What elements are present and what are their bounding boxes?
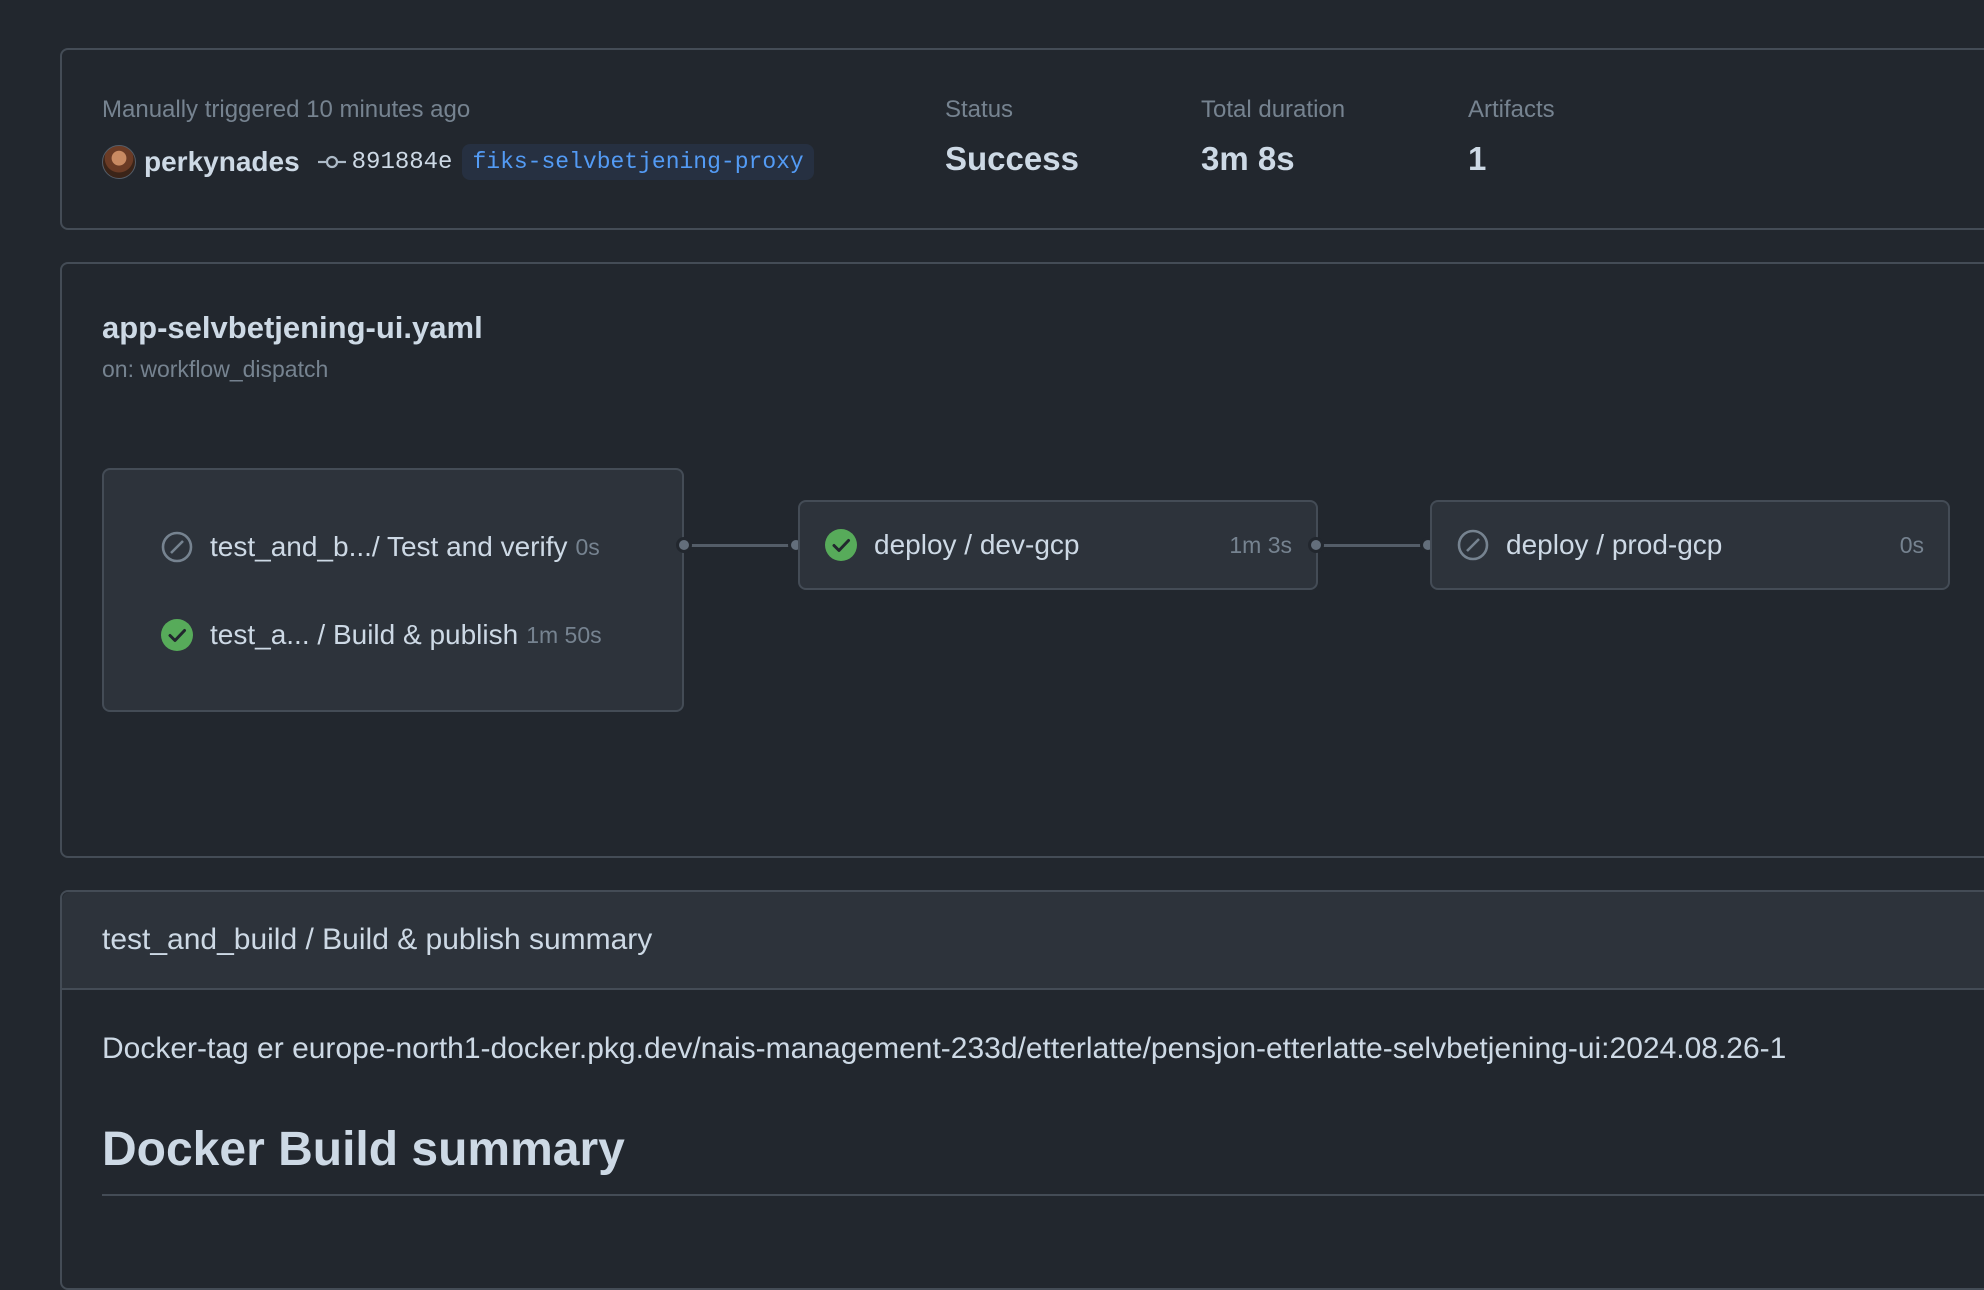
trigger-row: perkynades 891884e fiks-selvbetjening-pr…	[102, 142, 814, 182]
workflow-file-title[interactable]: app-selvbetjening-ui.yaml	[102, 310, 483, 346]
job-test-and-verify[interactable]: test_and_b.../ Test and verify 0s	[160, 530, 600, 564]
commit-sha-link[interactable]: 891884e	[352, 149, 453, 176]
heading-divider	[102, 1194, 1984, 1196]
docker-build-summary-heading: Docker Build summary	[102, 1123, 625, 1176]
skipped-icon	[1456, 528, 1490, 562]
job-name: deploy / dev-gcp	[874, 529, 1080, 560]
artifacts-column: Artifacts 1	[1468, 96, 1555, 176]
job-deploy-dev-gcp[interactable]: deploy / dev-gcp 1m 3s	[798, 500, 1318, 590]
connector-line	[1320, 544, 1434, 547]
status-label: Status	[945, 96, 1014, 123]
docker-tag-text: Docker-tag er europe-north1-docker.pkg.d…	[102, 1032, 1787, 1065]
workflow-graph-card: app-selvbetjening-ui.yaml on: workflow_d…	[60, 262, 1984, 858]
job-duration: 0s	[1899, 531, 1924, 558]
avatar[interactable]	[102, 145, 136, 179]
job-duration: 1m 3s	[1229, 531, 1292, 558]
check-circle-icon	[824, 528, 858, 562]
job-group-test-and-build: test_and_b.../ Test and verify 0s test_a…	[102, 468, 684, 712]
job-build-and-publish[interactable]: test_a... / Build & publish 1m 50s	[160, 618, 602, 652]
duration-value: 3m 8s	[1201, 140, 1295, 177]
job-name: test_and_b.../ Test and verify	[210, 531, 568, 562]
duration-column: Total duration 3m 8s	[1201, 96, 1346, 177]
skipped-icon	[160, 530, 194, 564]
connector-dot	[676, 537, 692, 553]
branch-label[interactable]: fiks-selvbetjening-proxy	[462, 144, 814, 180]
job-name: deploy / prod-gcp	[1506, 529, 1723, 560]
status-column: Status Success	[945, 96, 1079, 177]
job-duration: 1m 50s	[526, 621, 602, 648]
trigger-text: Manually triggered 10 minutes ago	[102, 96, 471, 123]
artifacts-label: Artifacts	[1468, 96, 1555, 123]
artifacts-value[interactable]: 1	[1468, 142, 1555, 175]
duration-label: Total duration	[1201, 96, 1346, 123]
connector-line	[688, 544, 802, 547]
job-duration: 0s	[575, 533, 600, 560]
status-value: Success	[945, 140, 1079, 177]
connector-dot	[1308, 537, 1324, 553]
job-summary-title: test_and_build / Build & publish summary	[102, 923, 653, 956]
job-summary-card: test_and_build / Build & publish summary…	[60, 890, 1984, 1290]
trigger-info: Manually triggered 10 minutes ago	[102, 98, 470, 122]
job-deploy-prod-gcp[interactable]: deploy / prod-gcp 0s	[1430, 500, 1950, 590]
workflow-trigger: on: workflow_dispatch	[102, 356, 329, 382]
git-commit-icon	[317, 154, 346, 170]
check-circle-icon	[160, 618, 194, 652]
actor-link[interactable]: perkynades	[144, 146, 300, 178]
job-name: test_a... / Build & publish	[210, 619, 519, 650]
job-summary-header: test_and_build / Build & publish summary	[62, 892, 1984, 990]
run-summary-card: Manually triggered 10 minutes ago perkyn…	[60, 48, 1984, 230]
